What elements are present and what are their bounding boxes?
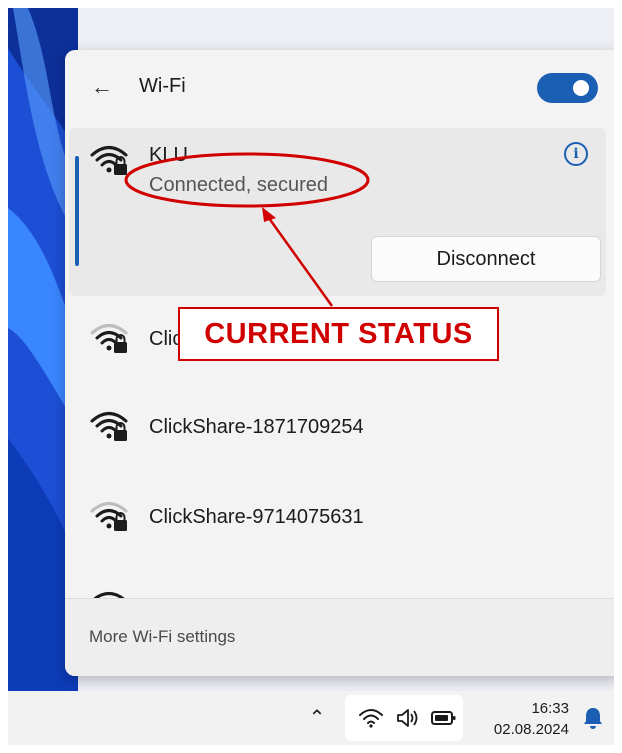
toggle-knob: [573, 80, 589, 96]
chevron-up-icon[interactable]: ⌃: [304, 704, 330, 730]
wifi-flyout: ← Wi-Fi KLU Connected, secured i Disconn…: [65, 50, 614, 676]
network-status: Connected, secured: [149, 174, 329, 196]
flyout-footer: More Wi-Fi settings: [65, 598, 614, 676]
more-wifi-settings-link[interactable]: More Wi-Fi settings: [89, 627, 235, 647]
battery-icon: [431, 711, 456, 725]
network-ssid: KLU: [149, 144, 188, 166]
bell-icon[interactable]: [582, 706, 604, 730]
annotation-label: CURRENT STATUS: [178, 307, 499, 361]
network-item-partial[interactable]: [69, 564, 606, 598]
wifi-secured-icon: [90, 502, 128, 531]
network-item[interactable]: ClickShare-9714075631: [69, 474, 606, 560]
wifi-secured-icon: [90, 146, 128, 175]
flyout-title: Wi-Fi: [139, 75, 186, 97]
taskbar: ⌃ 16:33 02.08.2024: [8, 691, 614, 745]
info-icon[interactable]: i: [564, 142, 588, 166]
system-tray-group[interactable]: [345, 695, 463, 741]
selection-indicator: [75, 156, 79, 266]
network-item-connected[interactable]: KLU Connected, secured i Disconnect: [69, 128, 606, 296]
network-ssid: ClickShare-9714075631: [149, 506, 364, 528]
clock-date[interactable]: 02.08.2024: [478, 721, 569, 738]
back-arrow-icon[interactable]: ←: [87, 72, 117, 102]
flyout-header: ← Wi-Fi: [65, 50, 614, 128]
network-list: KLU Connected, secured i Disconnect Clic…: [65, 128, 614, 598]
disconnect-button[interactable]: Disconnect: [371, 236, 601, 282]
speaker-icon: [397, 709, 418, 727]
wifi-icon: [93, 592, 125, 598]
wifi-icon: [359, 709, 383, 728]
clock-time[interactable]: 16:33: [513, 700, 569, 717]
wifi-toggle[interactable]: [537, 73, 598, 103]
wifi-secured-icon: [90, 324, 128, 353]
network-ssid: ClickShare-1871709254: [149, 416, 364, 438]
wifi-secured-icon: [90, 412, 128, 441]
network-item[interactable]: ClickShare-1871709254: [69, 384, 606, 470]
